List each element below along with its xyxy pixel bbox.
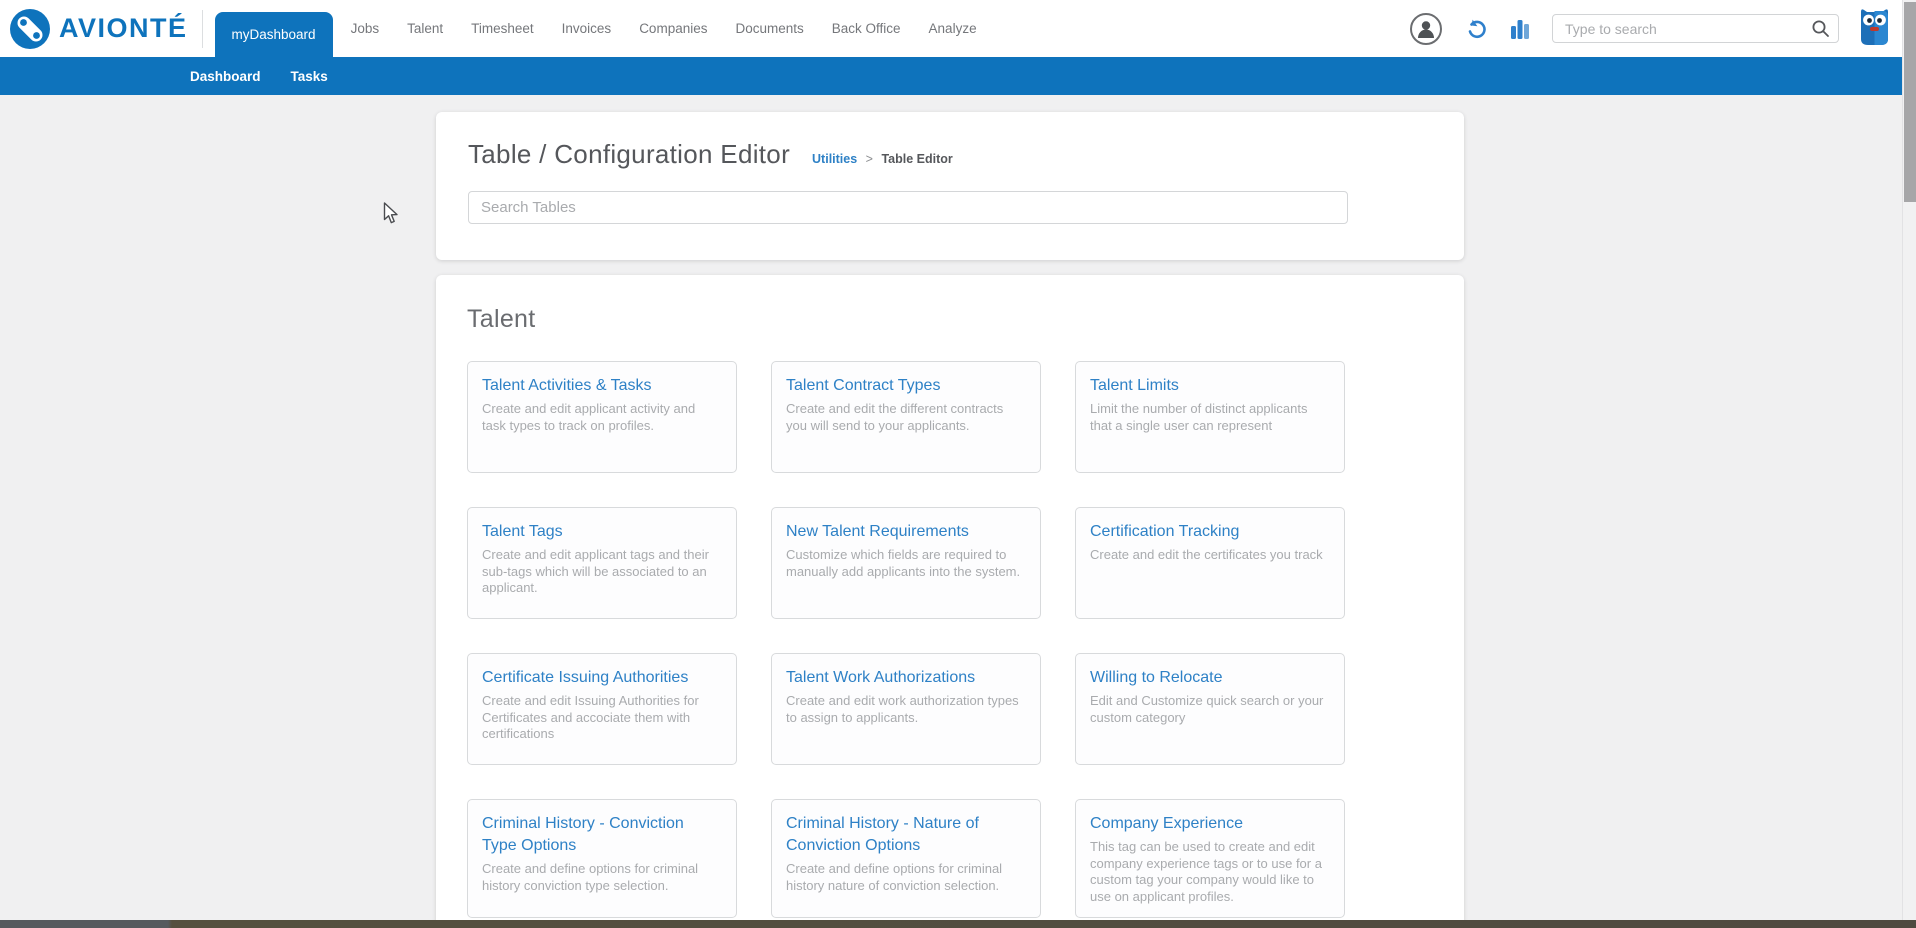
nav-item-companies[interactable]: Companies [625, 21, 721, 36]
header-divider [201, 9, 203, 48]
card-title: Criminal History - Nature of Conviction … [786, 815, 979, 854]
nav-item-analyze[interactable]: Analyze [915, 21, 991, 36]
card-description: Create and edit the different contracts … [786, 401, 1004, 433]
card-certification-tracking[interactable]: Certification Tracking Create and edit t… [1075, 507, 1345, 619]
talent-section-panel: Talent Talent Activities & Tasks Create … [436, 275, 1464, 928]
global-search [1552, 14, 1839, 43]
breadcrumb: Utilities > Table Editor [812, 152, 953, 166]
page-title: Table / Configuration Editor [468, 139, 791, 169]
card-description: Create and edit work authorization types… [786, 693, 1019, 725]
card-title: Talent Limits [1090, 377, 1179, 394]
top-header: AVIONTÉ myDashboard Jobs Talent Timesheet In… [0, 0, 1916, 57]
card-willing-to-relocate[interactable]: Willing to Relocate Edit and Customize q… [1075, 653, 1345, 765]
global-search-input[interactable] [1552, 14, 1839, 43]
card-criminal-history-nature-of-conviction-options[interactable]: Criminal History - Nature of Conviction … [771, 799, 1041, 918]
brand-name: AVIONTÉ [59, 13, 188, 43]
card-description: Customize which fields are required to m… [786, 547, 1021, 579]
card-description: Edit and Customize quick search or your … [1090, 693, 1324, 725]
card-description: This tag can be used to create and edit … [1090, 839, 1322, 904]
card-description: Limit the number of distinct applicants … [1090, 401, 1308, 433]
undo-icon[interactable] [1464, 17, 1488, 41]
card-title: Criminal History - Conviction Type Optio… [482, 815, 684, 854]
table-editor-header-panel: Table / Configuration Editor Utilities >… [436, 112, 1464, 260]
subnav-item-dashboard[interactable]: Dashboard [190, 69, 261, 84]
card-title: Certification Tracking [1090, 523, 1240, 540]
nav-item-jobs[interactable]: Jobs [337, 21, 394, 36]
card-talent-limits[interactable]: Talent Limits Limit the number of distin… [1075, 361, 1345, 473]
card-description: Create and define options for criminal h… [482, 861, 699, 893]
nav-item-documents[interactable]: Documents [721, 21, 817, 36]
vertical-scrollbar-thumb[interactable] [1904, 2, 1916, 202]
card-title: Talent Work Authorizations [786, 669, 976, 686]
nav-item-back-office[interactable]: Back Office [818, 21, 915, 36]
card-description: Create and edit the certificates you tra… [1090, 547, 1323, 562]
search-icon[interactable] [1811, 19, 1830, 43]
user-avatar-icon[interactable] [1410, 12, 1442, 45]
nav-item-timesheet[interactable]: Timesheet [457, 21, 548, 36]
card-description: Create and edit Issuing Authorities for … [482, 693, 699, 741]
card-title: Talent Activities & Tasks [482, 377, 652, 394]
owl-assistant-icon[interactable] [1857, 6, 1892, 52]
card-talent-activities-tasks[interactable]: Talent Activities & Tasks Create and edi… [467, 361, 737, 473]
bottom-window-edge [0, 920, 1916, 928]
nav-item-invoices[interactable]: Invoices [548, 21, 626, 36]
search-tables-input[interactable] [468, 191, 1348, 224]
breadcrumb-current: Table Editor [881, 152, 953, 166]
section-title: Talent [467, 305, 536, 333]
card-description: Create and edit applicant tags and their… [482, 547, 709, 595]
card-new-talent-requirements[interactable]: New Talent Requirements Customize which … [771, 507, 1041, 619]
table-search [468, 170, 1432, 224]
card-title: Talent Contract Types [786, 377, 941, 394]
sub-nav-bar: Dashboard Tasks [0, 57, 1916, 95]
card-title: New Talent Requirements [786, 523, 969, 540]
card-description: Create and define options for criminal h… [786, 861, 1003, 893]
card-title: Talent Tags [482, 523, 563, 540]
mouse-cursor [383, 202, 400, 230]
card-title: Willing to Relocate [1090, 669, 1223, 686]
breadcrumb-utilities-link[interactable]: Utilities [812, 152, 857, 166]
card-talent-contract-types[interactable]: Talent Contract Types Create and edit th… [771, 361, 1041, 473]
breadcrumb-separator: > [865, 152, 873, 166]
primary-nav: myDashboard Jobs Talent Timesheet Invoices Co… [214, 0, 991, 57]
card-title: Company Experience [1090, 815, 1243, 832]
card-talent-work-authorizations[interactable]: Talent Work Authorizations Create and ed… [771, 653, 1041, 765]
card-description: Create and edit applicant activity and t… [482, 401, 696, 433]
nav-item-mydashboard[interactable]: myDashboard [214, 12, 333, 57]
nav-item-talent[interactable]: Talent [393, 21, 457, 36]
card-talent-tags[interactable]: Talent Tags Create and edit applicant ta… [467, 507, 737, 619]
bar-chart-icon[interactable] [1508, 17, 1532, 41]
avionte-logo-icon [10, 8, 50, 49]
card-title: Certificate Issuing Authorities [482, 669, 689, 686]
card-company-experience[interactable]: Company Experience This tag can be used … [1075, 799, 1345, 918]
card-grid: Talent Activities & Tasks Create and edi… [467, 361, 1433, 918]
vertical-scrollbar-track[interactable] [1902, 0, 1916, 928]
header-right-cluster [1410, 6, 1916, 52]
brand-logo: AVIONTÉ [0, 8, 188, 49]
card-criminal-history-conviction-type-options[interactable]: Criminal History - Conviction Type Optio… [467, 799, 737, 918]
subnav-item-tasks[interactable]: Tasks [291, 69, 328, 84]
card-certificate-issuing-authorities[interactable]: Certificate Issuing Authorities Create a… [467, 653, 737, 765]
